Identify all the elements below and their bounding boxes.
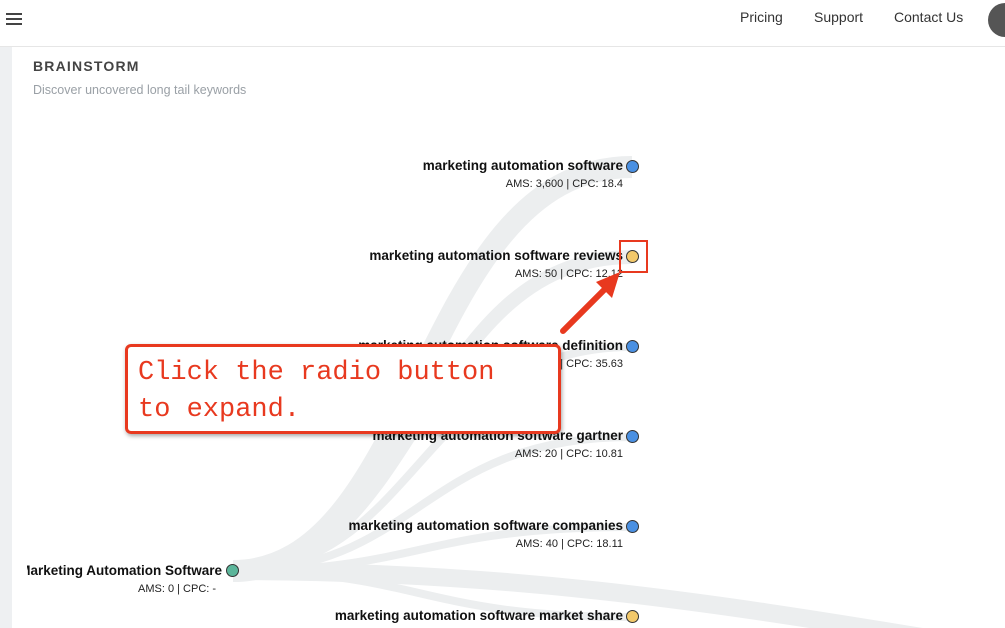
keyword-label: marketing automation software reviews (369, 248, 623, 263)
expand-radio-button[interactable] (626, 610, 639, 623)
expand-radio-button[interactable] (626, 520, 639, 533)
keyword-label: marketing automation software market sha… (334, 608, 623, 623)
root-keyword-label: Marketing Automation Software (27, 563, 222, 578)
keyword-stats: AMS: 50 | CPC: 12.12 (514, 268, 623, 280)
annotation-callout: Click the radio button to expand. (125, 344, 561, 434)
keyword-stats: AMS: 3,600 | CPC: 18.4 (505, 178, 623, 190)
keyword-label: marketing automation software companies (348, 518, 623, 533)
callout-line-1: Click the radio button (138, 358, 495, 388)
root-keyword-stats: AMS: 0 | CPC: - (138, 583, 217, 595)
callout-line-2: to expand. (138, 395, 301, 425)
keyword-stats: AMS: 20 | CPC: 10.81 (514, 448, 623, 460)
keyword-stats: AMS: 40 | CPC: 18.11 (515, 538, 623, 550)
tree-links (232, 156, 923, 628)
expand-radio-button[interactable] (626, 160, 639, 173)
expand-radio-button[interactable] (626, 430, 639, 443)
highlight-box (619, 240, 648, 273)
keyword-label: marketing automation software (422, 158, 623, 173)
root-radio-button[interactable] (226, 564, 239, 577)
expand-radio-button[interactable] (626, 340, 639, 353)
